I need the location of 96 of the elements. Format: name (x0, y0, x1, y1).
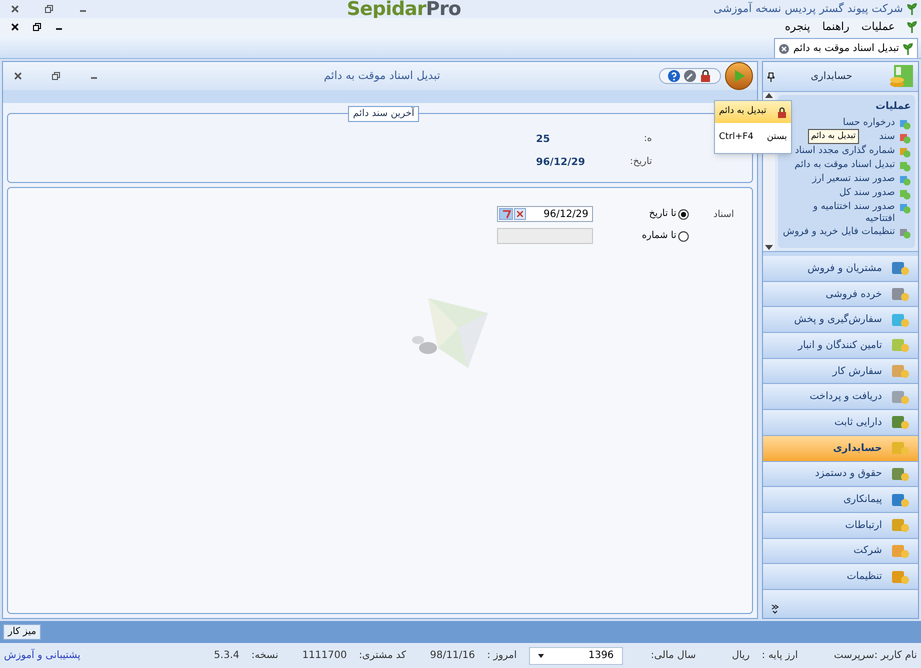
module-button[interactable]: دارایی ثابت (763, 410, 918, 436)
app-menu-button[interactable] (725, 62, 753, 90)
menu-item[interactable]: پنجره (784, 18, 810, 36)
task-link[interactable]: صدور سند تسعیر ارز (812, 173, 895, 185)
module-button[interactable]: ارتباطات (763, 512, 918, 539)
module-icon (890, 439, 910, 458)
clear-button[interactable] (514, 208, 526, 220)
task-link[interactable]: تنظیمات فایل خرید و فروش (782, 226, 895, 238)
version-value: 5.3.4 (214, 649, 240, 663)
arrow-icon (732, 69, 746, 83)
task-icon (899, 202, 911, 214)
close-icon (517, 211, 524, 217)
radio-option[interactable]: تا تاریخ (599, 206, 690, 222)
year-label: سال مالی: (650, 649, 696, 663)
module-icon (890, 413, 910, 432)
module-button[interactable]: خرده فروشی (763, 282, 918, 308)
task-icon (899, 188, 911, 200)
calendar-button[interactable] (499, 208, 514, 220)
field-value: 25 (536, 133, 551, 147)
support-link[interactable]: پشتیبانی و آموزش (4, 648, 80, 663)
pin-icon (767, 72, 775, 82)
field-label: تاریخ: (628, 155, 652, 170)
date-field[interactable] (497, 228, 594, 244)
close-icon (11, 23, 19, 31)
calendar-icon (502, 210, 511, 218)
task-link[interactable]: صدور سند کل (839, 187, 895, 199)
currency-value: ريال (732, 649, 750, 663)
task-link[interactable]: درخواره حسا (842, 117, 895, 129)
task-icon (899, 174, 911, 186)
lock-icon (777, 106, 787, 118)
sprout-icon (907, 21, 917, 33)
tooltip: تبدیل به دائم (808, 129, 859, 144)
task-icon (899, 132, 911, 144)
radio-option[interactable]: تا شماره (599, 228, 690, 244)
module-icon (890, 336, 910, 354)
task-link[interactable]: تبدیل اسناد موقت به دائم (794, 159, 895, 171)
restore-icon (45, 5, 53, 13)
app-title: شرکت پیوند گستر پردیس نسخه آموزشی (714, 0, 903, 17)
close-icon (779, 44, 790, 54)
taskbar-button[interactable]: میز کار (3, 624, 42, 640)
menu-item[interactable]: عملیات (861, 18, 895, 36)
customer-value: 1111700 (302, 649, 347, 663)
module-button[interactable]: سفارش کار (763, 358, 918, 384)
lock-button[interactable] (700, 70, 712, 82)
module-button[interactable]: حسابداری (763, 436, 918, 462)
document-tab[interactable]: تبدیل اسناد موقت به دائم (774, 38, 918, 58)
module-button[interactable]: تامین کنندگان و انبار (763, 333, 918, 359)
tasks-heading: عملیات (874, 100, 911, 114)
app-logo: SepidarPro (346, 0, 461, 18)
task-icon (899, 146, 911, 158)
task-icon (899, 118, 911, 130)
module-button[interactable]: سفارش‌گیری و پخش (763, 307, 918, 334)
scroll-down-icon (765, 245, 773, 251)
module-button[interactable]: پیمانکاری (763, 487, 918, 513)
module-button[interactable]: تنظیمات (763, 564, 918, 590)
panel-title: حسابداری (810, 70, 854, 84)
module-icon (890, 362, 910, 380)
module-button[interactable]: مشتریان و فروش (763, 256, 918, 282)
currency-label: ارز پایه : (762, 649, 798, 663)
user-label: نام کاربر :سرپرست (834, 649, 917, 663)
help-button[interactable] (668, 70, 680, 82)
task-icon (899, 227, 911, 239)
chevron-icon (771, 604, 779, 614)
module-icon (890, 516, 910, 534)
field-label: اسناد (713, 208, 734, 222)
module-icon (890, 259, 910, 278)
caret-icon (538, 654, 544, 658)
module-icon (890, 285, 910, 304)
sprout-icon (903, 42, 913, 54)
task-icon (899, 160, 911, 172)
field-value: 96/12/29 (536, 156, 586, 170)
field-label: ه: (642, 132, 652, 146)
customer-label: کد مشتری: (358, 649, 406, 663)
window-title: تبدیل اسناد موقت به دائم (322, 68, 442, 84)
date-field[interactable]: 96/12/29 (497, 206, 594, 222)
menu-item[interactable]: تبدیل به دائم (715, 101, 791, 123)
task-link[interactable]: شماره گذاری مجدد اسناد (794, 145, 895, 157)
task-link[interactable]: صدور سند اختتامیه و افتتاحیه (782, 201, 895, 225)
group-legend: آخرین سند دائم (348, 106, 420, 122)
module-button[interactable]: شرکت (763, 538, 918, 564)
today-label: امروز : (486, 649, 517, 663)
ledger-coins-icon (888, 64, 914, 90)
close-icon (11, 5, 19, 13)
today-value: 98/11/16 (430, 649, 475, 663)
sprout-icon (907, 3, 917, 15)
restore-icon (52, 72, 60, 80)
help-icon (668, 70, 680, 82)
restore-icon (33, 23, 41, 31)
module-button[interactable]: حقوق و دستمزد (763, 462, 918, 488)
module-button[interactable]: دریافت و پرداخت (763, 384, 918, 410)
menu-item[interactable]: راهنما (822, 18, 850, 36)
lock-icon (700, 70, 712, 82)
close-icon (14, 72, 22, 80)
task-link[interactable]: سند (879, 131, 895, 143)
version-label: نسخه: (251, 649, 278, 663)
year-dropdown[interactable]: 1396 (528, 646, 623, 664)
